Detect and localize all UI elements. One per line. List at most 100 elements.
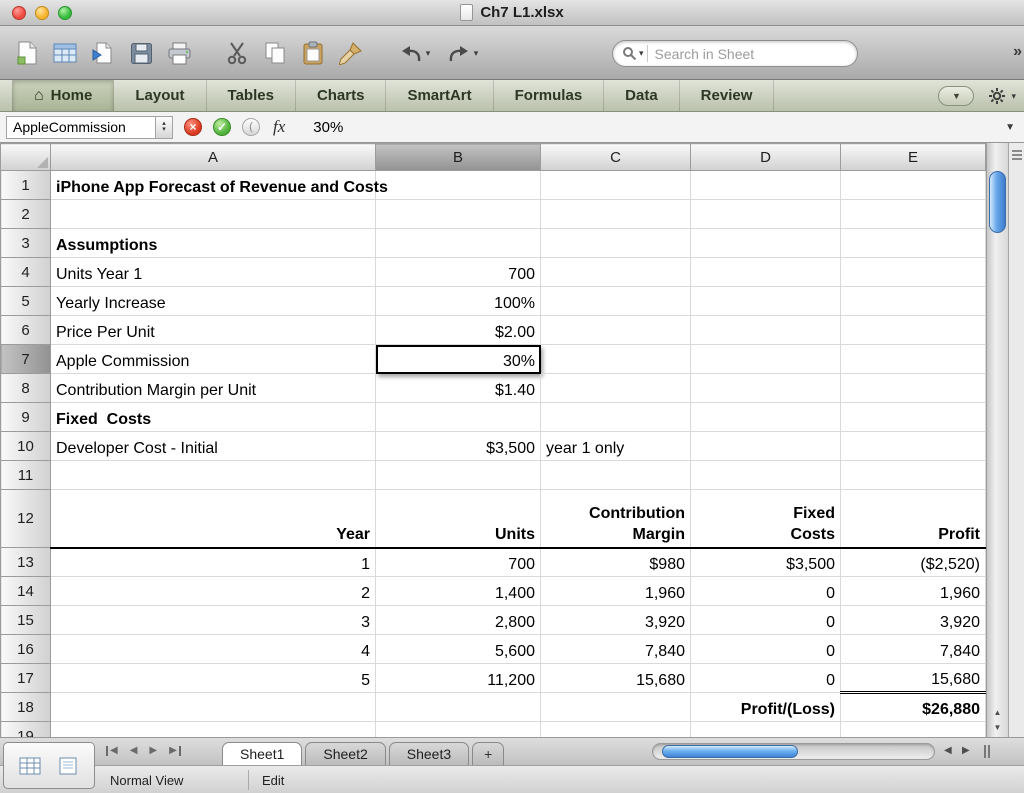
- page-layout-view-button[interactable]: [57, 757, 79, 775]
- row-header-7[interactable]: 7: [0, 344, 51, 374]
- cell-B3[interactable]: [375, 228, 541, 258]
- ribbon-tab-smartart[interactable]: SmartArt: [386, 80, 494, 111]
- cell-B14[interactable]: 1,400: [375, 576, 541, 606]
- cell-A3[interactable]: Assumptions: [50, 228, 376, 258]
- cell-A11[interactable]: [50, 460, 376, 490]
- scroll-right-button[interactable]: ▶: [962, 746, 970, 756]
- sheet-tab-sheet1[interactable]: Sheet1: [222, 742, 303, 765]
- row-header-16[interactable]: 16: [0, 634, 51, 664]
- cut-button[interactable]: [218, 35, 256, 71]
- row-header-14[interactable]: 14: [0, 576, 51, 606]
- row-header-12[interactable]: 12: [0, 489, 51, 548]
- cell-D12[interactable]: Fixed Costs: [690, 489, 841, 549]
- row-header-2[interactable]: 2: [0, 199, 51, 229]
- ribbon-tab-review[interactable]: Review: [680, 80, 775, 111]
- workbook-gallery-button[interactable]: [46, 35, 84, 71]
- cell-E10[interactable]: [840, 431, 986, 461]
- cell-A16[interactable]: 4: [50, 634, 376, 664]
- cell-A5[interactable]: Yearly Increase: [50, 286, 376, 316]
- redo-dropdown-icon[interactable]: ▾: [474, 48, 479, 59]
- cell-E15[interactable]: 3,920: [840, 605, 986, 635]
- cell-C19[interactable]: [540, 721, 691, 737]
- cell-D19[interactable]: [690, 721, 841, 737]
- cell-A18[interactable]: [50, 692, 376, 722]
- cell-C10[interactable]: year 1 only: [540, 431, 691, 461]
- cell-D5[interactable]: [690, 286, 841, 316]
- column-header-C[interactable]: C: [540, 143, 691, 171]
- vertical-scrollbar-thumb[interactable]: [989, 171, 1006, 233]
- cell-E8[interactable]: [840, 373, 986, 403]
- cell-E19[interactable]: [840, 721, 986, 737]
- cell-A12[interactable]: Year: [50, 489, 376, 549]
- cell-E4[interactable]: [840, 257, 986, 287]
- column-header-B[interactable]: B: [375, 143, 541, 171]
- row-header-5[interactable]: 5: [0, 286, 51, 316]
- save-button[interactable]: [122, 35, 160, 71]
- paste-button[interactable]: [294, 35, 332, 71]
- print-button[interactable]: [160, 35, 198, 71]
- cell-B10[interactable]: $3,500: [375, 431, 541, 461]
- ribbon-tab-formulas[interactable]: Formulas: [494, 80, 605, 111]
- cell-A13[interactable]: 1: [50, 547, 376, 577]
- cell-B5[interactable]: 100%: [375, 286, 541, 316]
- cell-B16[interactable]: 5,600: [375, 634, 541, 664]
- column-header-A[interactable]: A: [50, 143, 376, 171]
- cell-D6[interactable]: [690, 315, 841, 345]
- row-header-18[interactable]: 18: [0, 692, 51, 722]
- split-handle-icon[interactable]: [1011, 150, 1022, 160]
- previous-sheet-button[interactable]: ◀: [130, 746, 138, 756]
- ribbon-tab-charts[interactable]: Charts: [296, 80, 387, 111]
- cell-B19[interactable]: [375, 721, 541, 737]
- cell-B18[interactable]: [375, 692, 541, 722]
- row-header-11[interactable]: 11: [0, 460, 51, 490]
- cell-B2[interactable]: [375, 199, 541, 229]
- cell-E14[interactable]: 1,960: [840, 576, 986, 606]
- cell-C13[interactable]: $980: [540, 547, 691, 577]
- accept-entry-button[interactable]: ✓: [213, 118, 231, 136]
- cell-C2[interactable]: [540, 199, 691, 229]
- sheet-tab-sheet2[interactable]: Sheet2: [305, 742, 386, 765]
- select-all-corner[interactable]: [0, 143, 51, 171]
- cell-C14[interactable]: 1,960: [540, 576, 691, 606]
- cell-D15[interactable]: 0: [690, 605, 841, 635]
- cell-D7[interactable]: [690, 344, 841, 374]
- row-header-9[interactable]: 9: [0, 402, 51, 432]
- cell-E9[interactable]: [840, 402, 986, 432]
- cell-C11[interactable]: [540, 460, 691, 490]
- zoom-button[interactable]: [58, 6, 72, 20]
- cell-E7[interactable]: [840, 344, 986, 374]
- cell-C1[interactable]: [540, 170, 691, 200]
- new-workbook-button[interactable]: [8, 35, 46, 71]
- cell-A9[interactable]: Fixed Costs: [50, 402, 376, 432]
- cell-E3[interactable]: [840, 228, 986, 258]
- cell-B13[interactable]: 700: [375, 547, 541, 577]
- name-box[interactable]: AppleCommission: [6, 115, 156, 139]
- first-sheet-button[interactable]: ◀: [106, 746, 118, 756]
- minimize-button[interactable]: [35, 6, 49, 20]
- cell-B17[interactable]: 11,200: [375, 663, 541, 693]
- cell-D4[interactable]: [690, 257, 841, 287]
- cell-A14[interactable]: 2: [50, 576, 376, 606]
- row-header-8[interactable]: 8: [0, 373, 51, 403]
- import-button[interactable]: [84, 35, 122, 71]
- undo-dropdown-icon[interactable]: ▾: [426, 48, 431, 59]
- ribbon-tab-layout[interactable]: Layout: [114, 80, 207, 111]
- redo-button[interactable]: ▾: [438, 35, 486, 71]
- sheet-tab-sheet3[interactable]: Sheet3: [388, 742, 470, 765]
- cell-E12[interactable]: Profit: [840, 489, 986, 549]
- cell-A6[interactable]: Price Per Unit: [50, 315, 376, 345]
- normal-view-button[interactable]: [19, 757, 41, 775]
- cell-D16[interactable]: 0: [690, 634, 841, 664]
- cell-E16[interactable]: 7,840: [840, 634, 986, 664]
- name-box-stepper[interactable]: ▴ ▾: [156, 115, 173, 139]
- cell-B15[interactable]: 2,800: [375, 605, 541, 635]
- cell-C7[interactable]: [540, 344, 691, 374]
- cell-A15[interactable]: 3: [50, 605, 376, 635]
- cell-B11[interactable]: [375, 460, 541, 490]
- column-header-E[interactable]: E: [840, 143, 986, 171]
- cell-B12[interactable]: Units: [375, 489, 541, 549]
- formula-bar-expand-icon[interactable]: ▼: [1005, 122, 1015, 133]
- toolbar-overflow-button[interactable]: »: [1013, 43, 1022, 61]
- cell-C16[interactable]: 7,840: [540, 634, 691, 664]
- row-header-17[interactable]: 17: [0, 663, 51, 693]
